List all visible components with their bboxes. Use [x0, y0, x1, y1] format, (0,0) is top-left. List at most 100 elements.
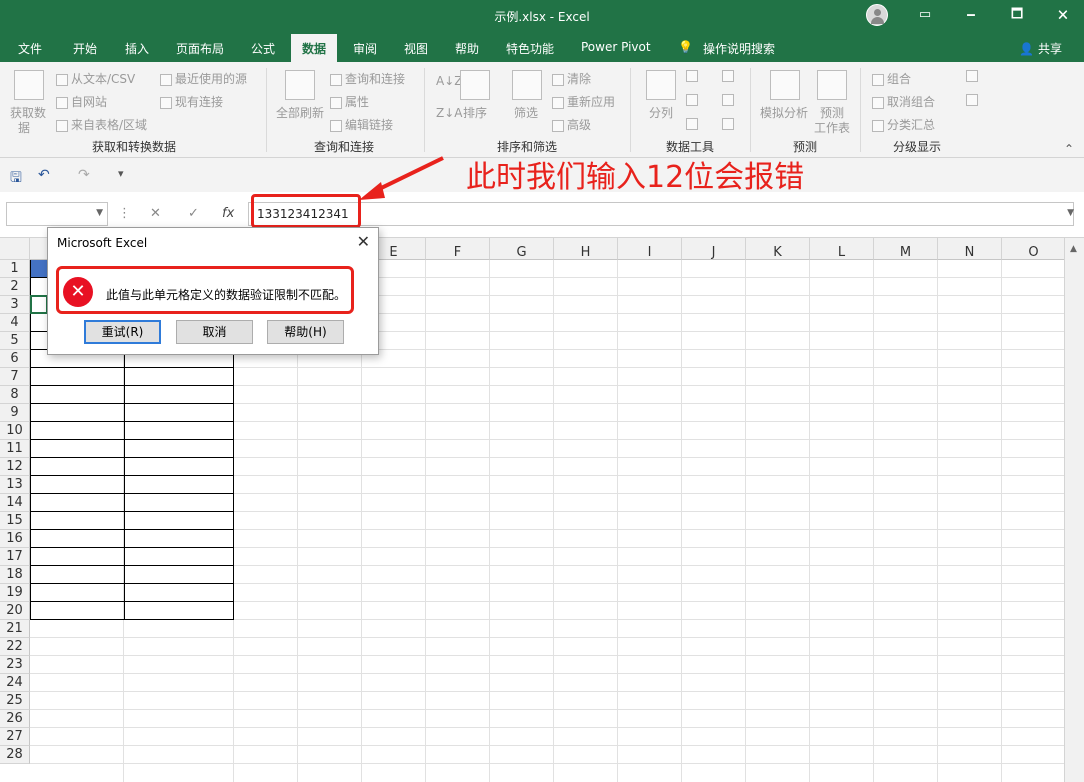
maximize-button[interactable]: 🗖: [1002, 4, 1032, 26]
select-all-corner[interactable]: [0, 238, 30, 260]
column-header-g[interactable]: G: [490, 238, 554, 260]
advanced-button[interactable]: 高级: [552, 116, 591, 133]
scroll-up-icon[interactable]: ▲: [1070, 244, 1077, 254]
collapse-ribbon-icon[interactable]: ⌃: [1064, 142, 1074, 156]
subtotal-button[interactable]: 分类汇总: [872, 116, 935, 133]
row-header-22[interactable]: 22: [0, 638, 30, 656]
from-table-button[interactable]: 来自表格/区域: [56, 116, 147, 133]
row-header-16[interactable]: 16: [0, 530, 30, 548]
group-button[interactable]: 组合: [872, 70, 911, 87]
row-header-11[interactable]: 11: [0, 440, 30, 458]
text-to-columns-button[interactable]: 分列: [649, 104, 673, 121]
row-header-14[interactable]: 14: [0, 494, 30, 512]
vertical-scrollbar[interactable]: ▲: [1064, 238, 1084, 782]
row-header-2[interactable]: 2: [0, 278, 30, 296]
undo-icon[interactable]: ↶: [38, 167, 50, 183]
column-header-i[interactable]: I: [618, 238, 682, 260]
row-header-20[interactable]: 20: [0, 602, 30, 620]
enter-icon[interactable]: ✓: [188, 206, 199, 221]
tab-insert[interactable]: 插入: [125, 40, 149, 57]
share-button[interactable]: 👤 共享: [1019, 40, 1062, 57]
from-web-button[interactable]: 自网站: [56, 93, 107, 110]
tab-special[interactable]: 特色功能: [506, 40, 554, 57]
active-cell[interactable]: [30, 295, 48, 314]
row-header-18[interactable]: 18: [0, 566, 30, 584]
column-header-k[interactable]: K: [746, 238, 810, 260]
column-header-m[interactable]: M: [874, 238, 938, 260]
consolidate-icon[interactable]: [722, 68, 737, 82]
row-header-5[interactable]: 5: [0, 332, 30, 350]
row-header-6[interactable]: 6: [0, 350, 30, 368]
queries-conn-button[interactable]: 查询和连接: [330, 70, 405, 87]
ungroup-button[interactable]: 取消组合: [872, 93, 935, 110]
row-header-28[interactable]: 28: [0, 746, 30, 764]
tab-data[interactable]: 数据: [291, 34, 338, 62]
row-header-7[interactable]: 7: [0, 368, 30, 386]
tab-file[interactable]: 文件: [18, 40, 42, 57]
what-if-button[interactable]: 模拟分析: [760, 104, 808, 121]
close-button[interactable]: 🗙: [1048, 4, 1078, 26]
hide-detail-icon[interactable]: [966, 92, 981, 106]
help-button[interactable]: 帮助(H): [267, 320, 344, 344]
row-header-10[interactable]: 10: [0, 422, 30, 440]
column-header-n[interactable]: N: [938, 238, 1002, 260]
tab-view[interactable]: 视图: [404, 40, 428, 57]
customize-qat-icon[interactable]: ▾: [118, 167, 124, 180]
row-header-3[interactable]: 3: [0, 296, 30, 314]
tab-page-layout[interactable]: 页面布局: [176, 40, 224, 57]
edit-links-button[interactable]: 编辑链接: [330, 116, 393, 133]
column-header-f[interactable]: F: [426, 238, 490, 260]
redo-icon[interactable]: ↷: [78, 167, 90, 183]
sort-button[interactable]: 排序: [463, 104, 487, 121]
column-header-h[interactable]: H: [554, 238, 618, 260]
reapply-button[interactable]: 重新应用: [552, 93, 615, 110]
filter-button[interactable]: 筛选: [514, 104, 538, 121]
row-header-23[interactable]: 23: [0, 656, 30, 674]
row-header-24[interactable]: 24: [0, 674, 30, 692]
row-header-13[interactable]: 13: [0, 476, 30, 494]
row-header-8[interactable]: 8: [0, 386, 30, 404]
tab-review[interactable]: 审阅: [353, 40, 377, 57]
from-text-button[interactable]: 从文本/CSV: [56, 70, 135, 87]
tab-home[interactable]: 开始: [73, 40, 97, 57]
show-detail-icon[interactable]: [966, 68, 981, 82]
row-header-15[interactable]: 15: [0, 512, 30, 530]
row-header-17[interactable]: 17: [0, 548, 30, 566]
sort-az-icon[interactable]: A↓Z: [436, 74, 462, 88]
cancel-button[interactable]: 取消: [176, 320, 253, 344]
remove-duplicates-icon[interactable]: [686, 92, 701, 106]
row-header-19[interactable]: 19: [0, 584, 30, 602]
user-avatar[interactable]: [866, 4, 888, 26]
tab-formulas[interactable]: 公式: [251, 40, 275, 57]
row-header-4[interactable]: 4: [0, 314, 30, 332]
expand-formula-icon[interactable]: ▼: [1067, 208, 1074, 218]
tell-me-search[interactable]: 操作说明搜索: [703, 40, 775, 57]
column-header-l[interactable]: L: [810, 238, 874, 260]
clear-button[interactable]: 清除: [552, 70, 591, 87]
save-icon[interactable]: 🖫: [10, 167, 22, 191]
row-header-25[interactable]: 25: [0, 692, 30, 710]
row-header-26[interactable]: 26: [0, 710, 30, 728]
recent-sources-button[interactable]: 最近使用的源: [160, 70, 247, 87]
minimize-button[interactable]: 🗕: [956, 4, 986, 26]
row-header-1[interactable]: 1: [0, 260, 30, 278]
row-header-12[interactable]: 12: [0, 458, 30, 476]
properties-button[interactable]: 属性: [330, 93, 369, 110]
ribbon-display-icon[interactable]: ▭: [910, 4, 940, 26]
manage-data-model-icon[interactable]: [722, 116, 737, 130]
tab-help[interactable]: 帮助: [455, 40, 479, 57]
row-header-9[interactable]: 9: [0, 404, 30, 422]
data-validation-icon[interactable]: [686, 116, 701, 130]
column-header-j[interactable]: J: [682, 238, 746, 260]
dialog-close-icon[interactable]: ✕: [357, 232, 370, 251]
sort-za-icon[interactable]: Z↓A: [436, 106, 462, 120]
tab-power-pivot[interactable]: Power Pivot: [581, 40, 651, 54]
flash-fill-icon[interactable]: [686, 68, 701, 82]
cancel-icon[interactable]: ✕: [150, 206, 161, 221]
existing-conn-button[interactable]: 现有连接: [160, 93, 223, 110]
relationships-icon[interactable]: [722, 92, 737, 106]
row-header-27[interactable]: 27: [0, 728, 30, 746]
row-header-21[interactable]: 21: [0, 620, 30, 638]
retry-button[interactable]: 重试(R): [84, 320, 161, 344]
refresh-all-button[interactable]: 全部刷新: [276, 104, 324, 121]
